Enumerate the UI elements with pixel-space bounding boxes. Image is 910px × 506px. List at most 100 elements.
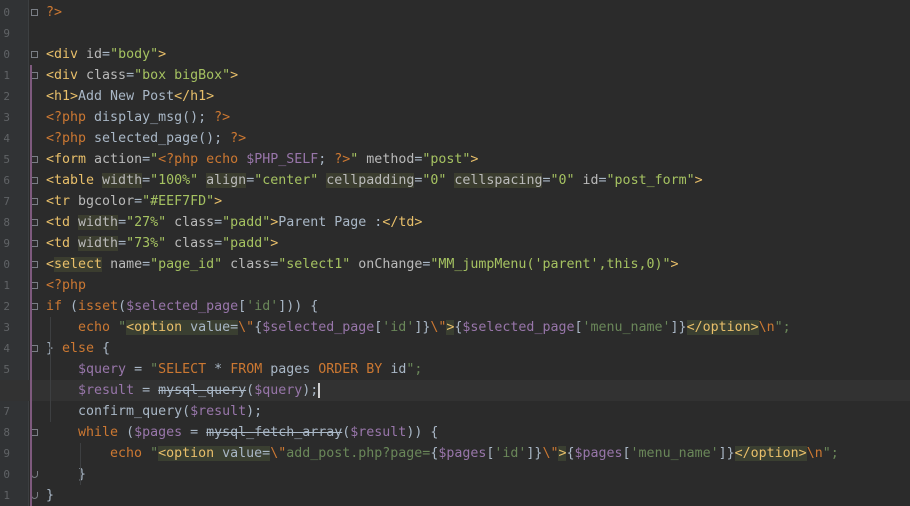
code-line[interactable]: echo "<option value=\"{$selected_page['i… [46,317,910,338]
code-line[interactable]: <form action="<?php echo $PHP_SELF; ?>" … [46,149,910,170]
fold-marker-icon[interactable] [31,429,38,436]
code-token: class [222,257,271,272]
code-line[interactable]: <?php display_msg(); ?> [46,107,910,128]
code-token: Add New Post [78,89,175,104]
code-editor[interactable]: 090123456789012345678901 ?><div id="body… [0,0,910,506]
code-token: " [150,446,159,461]
code-line[interactable]: } else { [46,338,910,359]
code-token: isset [78,299,119,314]
fold-marker-icon[interactable] [31,303,38,310]
fold-marker-icon[interactable] [31,9,38,16]
code-token: 'id' [494,446,527,461]
code-line[interactable]: } [46,485,910,506]
code-token: ])) { [278,299,319,314]
code-token: > [230,68,239,83]
code-token: "body" [110,47,159,62]
fold-marker-icon[interactable] [31,198,38,205]
code-token: "page_id" [150,257,223,272]
fold-marker-icon[interactable] [31,177,38,184]
code-line[interactable]: if (isset($selected_page['id'])) { [46,296,910,317]
code-line[interactable]: $query = "SELECT * FROM pages ORDER BY i… [46,359,910,380]
code-token: ( [126,425,135,440]
code-line[interactable]: <select name="page_id" class="select1" o… [46,254,910,275]
code-token: = [214,236,223,251]
code-token: "0" [422,173,447,188]
current-code-line[interactable]: $result = mysql_query($query); [0,380,910,401]
code-line[interactable]: <div class="box bigBox"> [46,65,910,86]
code-token: $selected_page [126,299,239,314]
code-token: <option [158,446,223,461]
fold-marker-icon[interactable] [31,282,38,289]
fold-end-icon[interactable] [31,471,38,478]
code-token: "padd" [222,236,271,251]
code-token: ( [246,383,255,398]
code-token: = [134,194,143,209]
code-token: display_msg(); [94,110,215,125]
code-line[interactable]: <tr bgcolor="#EEF7FD"> [46,191,910,212]
code-token: > [470,152,479,167]
line-number: 8 [3,426,10,439]
code-token: 'menu_name' [630,446,719,461]
code-line[interactable]: <div id="body"> [46,44,910,65]
code-line[interactable]: <h1>Add New Post</h1> [46,86,910,107]
code-line[interactable] [46,23,910,44]
code-token: "box bigBox" [134,68,231,83]
code-token: else [62,341,103,356]
code-token: </h1> [174,89,215,104]
code-line[interactable]: confirm_query($result); [46,401,910,422]
fold-marker-icon[interactable] [31,156,38,163]
fold-marker-icon[interactable] [31,219,38,226]
fold-marker-icon[interactable] [31,240,38,247]
code-token: $pages [574,446,623,461]
code-token: <h1> [46,89,79,104]
line-number-gutter[interactable]: 090123456789012345678901 [0,0,29,506]
fold-end-icon[interactable] [31,492,38,499]
code-token: $query [254,383,303,398]
code-token: action [94,152,143,167]
code-token: ]} [526,446,543,461]
code-line[interactable]: } [46,464,910,485]
code-line[interactable]: while ($pages = mysql_fetch_array($resul… [46,422,910,443]
line-number: 0 [3,6,10,19]
fold-marker-icon[interactable] [31,51,38,58]
line-number: 4 [3,342,10,355]
code-token: ORDER BY [318,362,391,377]
code-token: ( [70,299,79,314]
code-line[interactable]: ?> [46,2,910,23]
code-token: "; [774,320,791,335]
line-number: 5 [3,363,10,376]
code-token: )) { [406,425,439,440]
code-line[interactable]: echo "<option value=\"add_post.php?page=… [46,443,910,464]
line-number: 6 [3,174,10,187]
code-line[interactable]: <?php selected_page(); ?> [46,128,910,149]
fold-marker-icon[interactable] [31,72,38,79]
code-token: ]} [670,320,687,335]
code-token: = [246,173,255,188]
code-line[interactable]: <td width="73%" class="padd"> [46,233,910,254]
code-token: FROM [230,362,271,377]
code-token: "0" [550,173,575,188]
code-token: $result [190,404,247,419]
code-token: \n [806,446,823,461]
code-line[interactable]: <table width="100%" align="center" cellp… [46,170,910,191]
code-token: <form [46,152,95,167]
line-number: 9 [3,27,10,40]
code-token: value= [222,446,271,461]
code-token: $PHP_SELF [246,152,319,167]
code-line[interactable]: <td width="27%" class="padd">Parent Page… [46,212,910,233]
code-token: = [142,257,151,272]
code-token: width [78,215,119,230]
code-token: id [574,173,599,188]
code-token: $selected_page [462,320,575,335]
code-token: class [86,68,127,83]
text-cursor [318,382,321,398]
fold-marker-icon[interactable] [31,345,38,352]
code-token: } [46,488,55,503]
vcs-change-marker[interactable] [30,65,32,506]
code-token: SELECT [158,362,215,377]
fold-marker-icon[interactable] [31,261,38,268]
code-token: = [118,236,127,251]
code-line[interactable]: <?php [46,275,910,296]
code-token: "select1" [278,257,351,272]
code-token: = [118,215,127,230]
